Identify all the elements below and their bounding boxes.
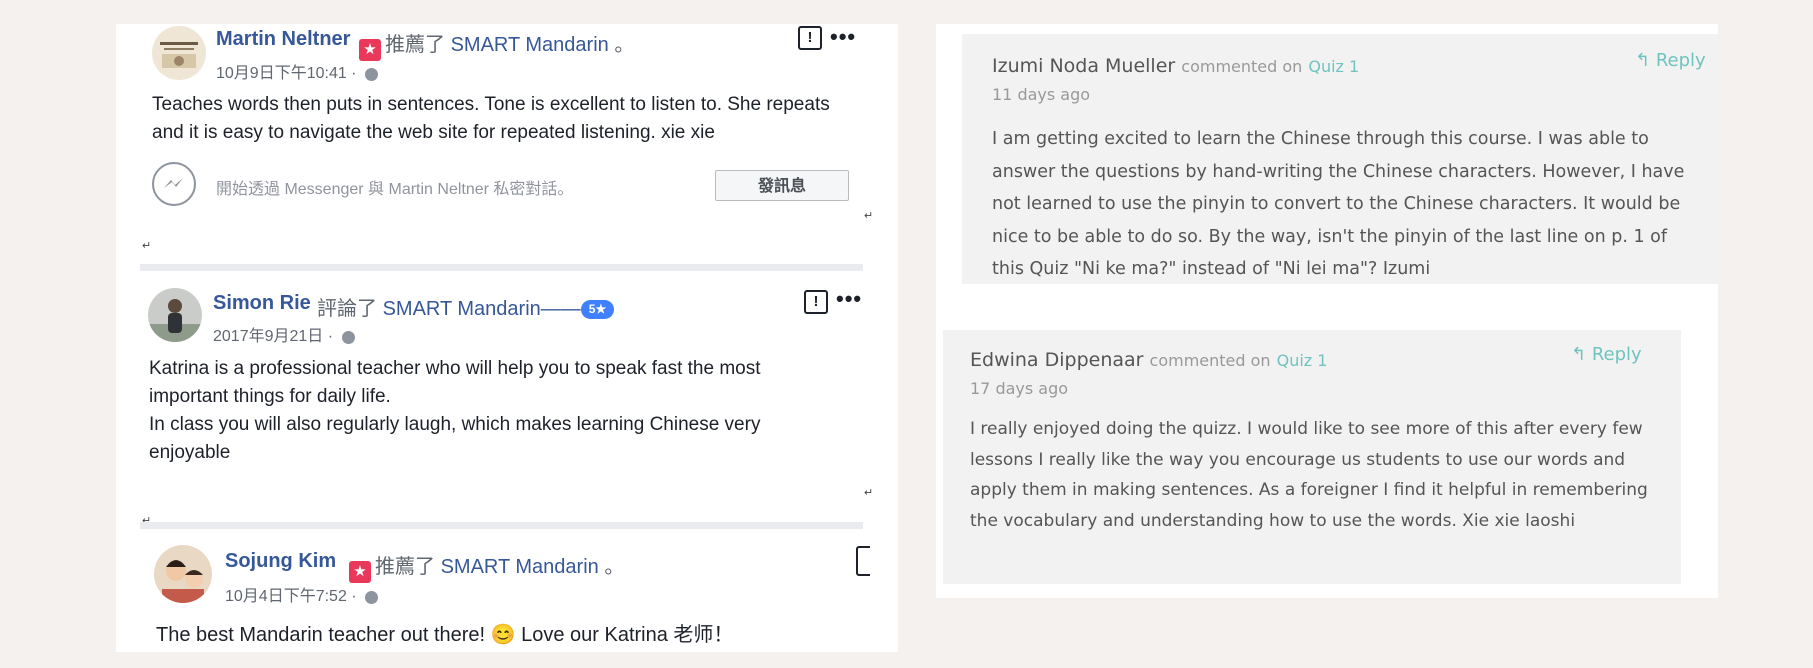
- avatar[interactable]: [152, 26, 206, 80]
- messenger-prompt: 開始透過 Messenger 與 Martin Neltner 私密對話。: [216, 181, 574, 198]
- comment-author: Izumi Noda Mueller commented on Quiz 1: [992, 55, 1359, 77]
- avatar[interactable]: [148, 288, 202, 342]
- action-suffix: 。: [614, 34, 635, 56]
- quiz-link[interactable]: Quiz 1: [1308, 57, 1359, 76]
- report-icon[interactable]: [856, 546, 870, 576]
- reply-button[interactable]: ↰ Reply: [1635, 50, 1706, 71]
- timestamp-text: 10月4日下午7:52 ·: [225, 588, 357, 605]
- paragraph-mark: ↵: [864, 487, 874, 499]
- review-text: In class you will also regularly laugh, …: [149, 414, 761, 463]
- facebook-reviews-panel: Martin Neltner ★ 推薦了 SMART Mandarin 。 10月…: [116, 24, 898, 652]
- course-comments-panel: Izumi Noda Mueller commented on Quiz 1 1…: [936, 24, 1718, 598]
- comment-text: I really enjoyed doing the quizz. I woul…: [970, 419, 1648, 531]
- page-link[interactable]: SMART Mandarin: [451, 34, 609, 56]
- action-verb: 評論了: [317, 298, 377, 320]
- reply-arrow-icon: ↰: [1635, 50, 1651, 71]
- post-timestamp[interactable]: 2017年9月21日 ·: [213, 322, 355, 346]
- reply-button[interactable]: ↰ Reply: [1571, 344, 1642, 365]
- action-verb: 推薦了: [385, 34, 445, 56]
- post-timestamp[interactable]: 10月4日下午7:52 ·: [225, 582, 379, 606]
- globe-icon: [365, 591, 379, 604]
- page-link[interactable]: SMART Mandarin: [383, 298, 541, 320]
- comment-text: I am getting excited to learn the Chines…: [992, 129, 1685, 279]
- post-divider: [140, 264, 863, 271]
- comment-card-izumi: Izumi Noda Mueller commented on Quiz 1 1…: [962, 34, 1718, 284]
- reply-arrow-icon: ↰: [1571, 344, 1587, 365]
- timestamp-text: 10月9日下午10:41 ·: [216, 65, 357, 82]
- rating-separator: ——: [540, 298, 581, 320]
- review-text: Katrina is a professional teacher who wi…: [149, 358, 761, 407]
- action-suffix: 。: [604, 556, 625, 578]
- comment-time: 11 days ago: [992, 85, 1091, 104]
- author-name[interactable]: Izumi Noda Mueller: [992, 55, 1175, 77]
- messenger-icon[interactable]: [152, 162, 196, 206]
- timestamp-text: 2017年9月21日 ·: [213, 328, 334, 345]
- reply-label: Reply: [1591, 344, 1642, 365]
- post-divider: [140, 522, 863, 529]
- page-link[interactable]: SMART Mandarin: [441, 556, 599, 578]
- more-options-icon[interactable]: •••: [830, 26, 856, 48]
- author-name[interactable]: Edwina Dippenaar: [970, 349, 1143, 371]
- globe-icon: [341, 331, 355, 344]
- action-verb: 推薦了: [375, 556, 435, 578]
- reply-label: Reply: [1655, 50, 1706, 71]
- rating-badge: 5★: [580, 300, 615, 319]
- review-text: Teaches words then puts in sentences. To…: [152, 94, 830, 143]
- review-action: 評論了 SMART Mandarin—— 5★: [317, 292, 615, 321]
- more-options-icon[interactable]: •••: [836, 288, 862, 310]
- author-name[interactable]: Martin Neltner: [216, 28, 350, 51]
- paragraph-mark: ↵: [142, 240, 152, 252]
- comment-time: 17 days ago: [970, 379, 1069, 398]
- review-action: ★ 推薦了 SMART Mandarin 。: [344, 550, 624, 583]
- report-icon[interactable]: !: [798, 26, 822, 50]
- send-message-button[interactable]: 發訊息: [715, 170, 849, 201]
- recommend-star-icon: ★: [359, 39, 381, 61]
- review-action: ★ 推薦了 SMART Mandarin 。: [354, 28, 634, 61]
- review-text: The best Mandarin teacher out there! 😊 L…: [156, 624, 734, 646]
- author-name[interactable]: Sojung Kim: [225, 550, 336, 573]
- quiz-link[interactable]: Quiz 1: [1277, 351, 1328, 370]
- author-name[interactable]: Simon Rie: [213, 292, 311, 315]
- recommend-star-icon: ★: [349, 561, 371, 583]
- post-timestamp[interactable]: 10月9日下午10:41 ·: [216, 59, 378, 83]
- commented-on-text: commented on: [1181, 57, 1303, 76]
- comment-author: Edwina Dippenaar commented on Quiz 1: [970, 349, 1327, 371]
- avatar[interactable]: [154, 545, 212, 603]
- report-icon[interactable]: !: [804, 290, 828, 314]
- paragraph-mark: ↵: [864, 210, 874, 222]
- commented-on-text: commented on: [1149, 351, 1271, 370]
- globe-icon: [364, 68, 378, 81]
- comment-card-edwina: Edwina Dippenaar commented on Quiz 1 17 …: [943, 330, 1681, 584]
